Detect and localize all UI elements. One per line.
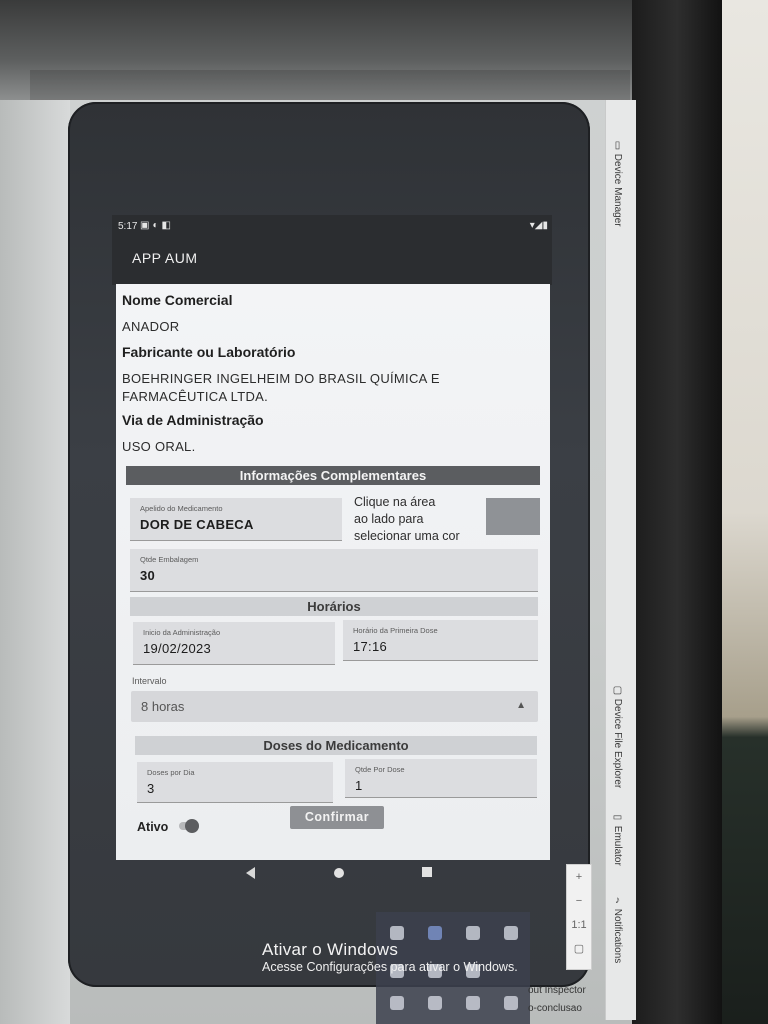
start-date-value: 19/02/2023 — [143, 641, 212, 656]
color-hint-line2: ao lado para — [354, 512, 424, 526]
manufacturer-value-line2: FARMACÊUTICA LTDA. — [122, 389, 269, 404]
status-signal-battery-icons: ▾◢▮ — [529, 220, 548, 231]
device-manager-icon: ▯ — [612, 140, 623, 151]
complementary-info-header: Informações Complementares — [126, 466, 540, 485]
tool-tab-device-file-explorer[interactable]: ▢ Device File Explorer — [612, 685, 623, 788]
confirm-button[interactable]: Confirmar — [290, 806, 384, 829]
color-swatch-button[interactable] — [486, 498, 540, 535]
emulator-label: Emulator — [612, 825, 623, 866]
zoom-in-button[interactable]: + — [567, 865, 591, 889]
ide-toolbar — [30, 70, 630, 100]
tool-tab-emulator[interactable]: ▭ Emulator — [612, 812, 623, 866]
emulator-zoom-controls: + − 1:1 ▢ — [566, 864, 592, 970]
first-dose-time-value: 17:16 — [353, 639, 388, 654]
ide-right-tool-strip — [605, 100, 636, 1020]
route-value: USO ORAL. — [122, 439, 196, 454]
color-picker-hint: Clique na área ao lado para selecionar u… — [354, 494, 484, 545]
active-toggle[interactable] — [177, 819, 201, 833]
manufacturer-value-line1: BOEHRINGER INGELHEIM DO BRASIL QUÍMICA E — [122, 371, 440, 386]
color-hint-line3: selecionar uma cor — [354, 529, 460, 543]
first-dose-time-label: Horário da Primeira Dose — [353, 626, 438, 635]
nickname-field-value: DOR DE CABECA — [140, 517, 254, 532]
ide-left-panel — [0, 100, 70, 1024]
app-title: APP AUM — [132, 250, 198, 266]
nickname-field-label: Apelido do Medicamento — [140, 504, 223, 513]
windows-activation-title: Ativar o Windows — [262, 940, 399, 959]
qty-per-dose-label: Qtde Por Dose — [355, 765, 405, 774]
doses-per-day-value: 3 — [147, 781, 155, 796]
layout-inspector-tab[interactable]: out Inspector — [528, 985, 586, 996]
fit-screen-icon[interactable]: ▢ — [567, 937, 591, 961]
start-date-label: Inicio da Administração — [143, 628, 221, 637]
toggle-knob — [185, 819, 199, 833]
bell-icon: ♪ — [612, 895, 623, 906]
start-date-field[interactable]: Inicio da Administração 19/02/2023 — [133, 622, 335, 665]
package-qty-field[interactable]: Qtde Embalagem 30 — [130, 549, 538, 592]
interval-value: 8 horas — [141, 699, 185, 714]
phone-icon[interactable] — [466, 996, 480, 1010]
windows-activation-subtitle: Acesse Configurações para ativar o Windo… — [262, 960, 518, 974]
status-time: 5:17 — [118, 221, 138, 232]
file-hint-text: o-conclusao — [528, 1003, 582, 1014]
shield-icon[interactable] — [390, 996, 404, 1010]
manufacturer-label: Fabricante ou Laboratório — [122, 344, 296, 360]
qty-per-dose-value: 1 — [355, 778, 363, 793]
chat-icon[interactable] — [428, 996, 442, 1010]
back-icon[interactable] — [246, 867, 255, 879]
android-nav-bar — [112, 860, 552, 890]
interval-label: Intervalo — [132, 676, 167, 686]
commercial-name-label: Nome Comercial — [122, 292, 233, 308]
notifications-label: Notifications — [612, 908, 623, 964]
nickname-field[interactable]: Apelido do Medicamento DOR DE CABECA — [130, 498, 342, 541]
zoom-ratio-button[interactable]: 1:1 — [567, 913, 591, 937]
active-label: Ativo — [137, 820, 169, 834]
globe-icon[interactable] — [504, 996, 518, 1010]
network-icon[interactable] — [390, 926, 404, 940]
doses-per-day-field[interactable]: Doses por Dia 3 — [137, 762, 333, 803]
status-notification-icons: ▣◐◧ — [140, 220, 174, 231]
tool-tab-notifications[interactable]: ♪ Notifications — [612, 895, 623, 963]
recents-icon[interactable] — [422, 867, 432, 877]
device-file-explorer-label: Device File Explorer — [612, 698, 623, 789]
home-icon[interactable] — [334, 868, 344, 878]
android-status-bar: 5:17 ▣◐◧ ▾◢▮ — [118, 219, 548, 239]
interval-dropdown[interactable]: 8 horas ▲ — [131, 691, 538, 722]
package-qty-value: 30 — [140, 568, 156, 583]
display-icon[interactable] — [428, 926, 442, 940]
emulator-icon: ▭ — [612, 812, 623, 823]
device-file-explorer-icon: ▢ — [612, 685, 623, 696]
usb-icon[interactable] — [466, 926, 480, 940]
package-qty-label: Qtde Embalagem — [140, 555, 199, 564]
tool-tab-device-manager[interactable]: ▯ Device Manager — [612, 140, 623, 227]
dropdown-arrow-icon: ▲ — [516, 700, 526, 711]
commercial-name-value: ANADOR — [122, 319, 180, 334]
schedule-header: Horários — [130, 597, 538, 616]
first-dose-time-field[interactable]: Horário da Primeira Dose 17:16 — [343, 620, 538, 661]
doses-header: Doses do Medicamento — [135, 736, 537, 755]
qty-per-dose-field[interactable]: Qtde Por Dose 1 — [345, 759, 537, 798]
route-label: Via de Administração — [122, 412, 264, 428]
app-icon[interactable] — [504, 926, 518, 940]
monitor-bezel — [632, 0, 722, 1024]
color-hint-line1: Clique na área — [354, 495, 436, 509]
device-manager-label: Device Manager — [612, 153, 623, 227]
doses-per-day-label: Doses por Dia — [147, 768, 195, 777]
zoom-out-button[interactable]: − — [567, 889, 591, 913]
